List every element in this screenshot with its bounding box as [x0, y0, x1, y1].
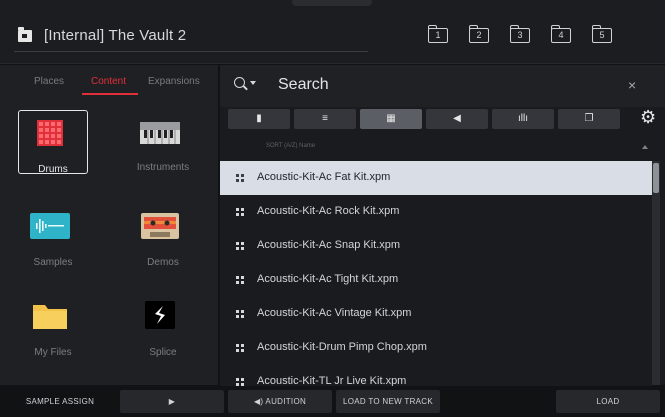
audition-button[interactable]: ◀) AUDITION: [228, 390, 332, 413]
tab-expansions[interactable]: Expansions: [148, 76, 200, 87]
filter-sample-button[interactable]: ıllı: [492, 109, 554, 129]
program-icon: [236, 310, 244, 318]
filter-plugin-button[interactable]: ◀: [426, 109, 488, 129]
grid-icon: ▦: [386, 113, 396, 124]
play-button[interactable]: ▶: [120, 390, 224, 413]
list-item[interactable]: Acoustic-Kit-Drum Pimp Chop.xpm: [220, 331, 652, 365]
folder-slot-3-button[interactable]: 3: [510, 25, 530, 43]
list-item-label: Acoustic-Kit-Drum Pimp Chop.xpm: [257, 341, 427, 353]
tile-demos[interactable]: Demos: [120, 205, 200, 279]
chevron-down-icon[interactable]: [250, 81, 256, 85]
filter-row: ▮ ≡ ▦ ◀ ıllı ❐: [228, 109, 652, 129]
close-icon[interactable]: ×: [628, 77, 636, 93]
filter-program-button[interactable]: ▦: [360, 109, 422, 129]
copy-icon: ❐: [584, 113, 594, 124]
program-icon: [236, 276, 244, 284]
tile-splice-label: Splice: [149, 347, 177, 358]
list-item[interactable]: Acoustic-Kit-Ac Fat Kit.xpm: [220, 161, 652, 195]
list-item[interactable]: Acoustic-Kit-Ac Rock Kit.xpm: [220, 195, 652, 229]
tile-drums-label: Drums: [38, 164, 68, 175]
location-underline: [14, 51, 368, 52]
program-icon: [236, 242, 244, 250]
folder-slot-1-button[interactable]: 1: [428, 25, 448, 43]
tile-my-files-label: My Files: [34, 347, 72, 358]
tab-content[interactable]: Content: [91, 76, 126, 87]
folder-icon[interactable]: [18, 27, 32, 42]
list-item-label: Acoustic-Kit-Ac Tight Kit.xpm: [257, 273, 399, 285]
program-icon: [236, 208, 244, 216]
keyboard-icon: [140, 122, 180, 144]
plugin-icon: ◀: [453, 113, 461, 124]
location-title[interactable]: [Internal] The Vault 2: [44, 27, 186, 44]
tab-places[interactable]: Places: [34, 76, 64, 87]
cassette-icon: [141, 213, 179, 239]
scrollbar-thumb[interactable]: [653, 163, 659, 193]
waveform-icon: ıllı: [518, 113, 528, 124]
browser-header: [Internal] The Vault 2 1 2 3 4 5: [0, 0, 665, 64]
list-item-label: Acoustic-Kit-Ac Snap Kit.xpm: [257, 239, 401, 251]
list-item[interactable]: Acoustic-Kit-Ac Tight Kit.xpm: [220, 263, 652, 297]
sample-assign-button[interactable]: SAMPLE ASSIGN: [4, 390, 116, 413]
tile-demos-label: Demos: [147, 257, 179, 268]
tile-instruments-label: Instruments: [136, 162, 190, 173]
tile-instruments[interactable]: Instruments: [120, 110, 200, 184]
drum-pads-icon: [37, 120, 63, 146]
tile-splice[interactable]: Splice: [120, 295, 200, 369]
bottom-toolbar: SAMPLE ASSIGN ▶ ◀) AUDITION LOAD TO NEW …: [0, 386, 665, 417]
chevron-up-icon[interactable]: [642, 145, 648, 149]
top-notch: [292, 0, 372, 6]
sequence-icon: ≡: [322, 113, 328, 124]
folder-icon: [33, 305, 67, 329]
load-to-new-track-button[interactable]: LOAD TO NEW TRACK: [336, 390, 440, 413]
program-icon: [236, 174, 244, 182]
content-sidebar: Places Content Expansions Drums Instrume…: [0, 65, 218, 385]
program-icon: [236, 344, 244, 352]
filter-copy-button[interactable]: ❐: [558, 109, 620, 129]
folder-slot-4-button[interactable]: 4: [551, 25, 571, 43]
list-item-label: Acoustic-Kit-Ac Vintage Kit.xpm: [257, 307, 412, 319]
program-icon: [236, 378, 244, 386]
waveform-icon: [30, 213, 70, 239]
filter-file-button[interactable]: ▮: [228, 109, 290, 129]
file-icon: ▮: [256, 113, 262, 124]
content-tabs: Places Content Expansions: [0, 65, 218, 99]
filter-sequence-button[interactable]: ≡: [294, 109, 356, 129]
search-icon[interactable]: [234, 77, 245, 88]
folder-slot-2-button[interactable]: 2: [469, 25, 489, 43]
splice-logo-icon: [145, 301, 175, 329]
search-panel: Search × ▮ ≡ ▦ ◀ ıllı ❐ ⚙ SORT (A/Z) Nam…: [220, 65, 665, 399]
gear-icon[interactable]: ⚙: [640, 107, 656, 128]
sort-label[interactable]: SORT (A/Z) Name: [266, 143, 315, 149]
list-item-label: Acoustic-Kit-Ac Rock Kit.xpm: [257, 205, 400, 217]
active-tab-indicator: [82, 93, 138, 95]
tile-my-files[interactable]: My Files: [10, 295, 90, 369]
tile-samples[interactable]: Samples: [10, 205, 90, 279]
results-list: Acoustic-Kit-Ac Fat Kit.xpm Acoustic-Kit…: [220, 161, 652, 399]
list-item-label: Acoustic-Kit-Ac Fat Kit.xpm: [257, 171, 391, 183]
folder-slot-5-button[interactable]: 5: [592, 25, 612, 43]
results-scrollbar[interactable]: [652, 161, 660, 385]
tile-samples-label: Samples: [33, 257, 73, 268]
tile-drums[interactable]: Drums: [10, 110, 90, 184]
list-item[interactable]: Acoustic-Kit-Ac Snap Kit.xpm: [220, 229, 652, 263]
list-item[interactable]: Acoustic-Kit-Ac Vintage Kit.xpm: [220, 297, 652, 331]
search-bar[interactable]: Search ×: [220, 65, 665, 107]
load-button[interactable]: LOAD: [556, 390, 660, 413]
search-input[interactable]: Search: [278, 76, 329, 94]
